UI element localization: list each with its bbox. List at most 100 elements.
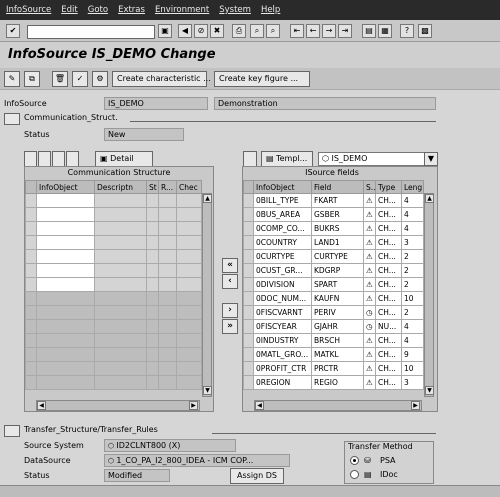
table-row[interactable]: 0BUS_AREA GSBER ⚠ CH... 4 [243, 207, 424, 222]
display-change-icon[interactable]: ✎ [4, 71, 20, 87]
cell-infoobject: 0PROFIT_CTR [253, 361, 312, 376]
scroll-right-icon[interactable]: ▶ [411, 401, 420, 410]
menu-help[interactable]: Help [261, 5, 280, 15]
other-object-icon[interactable]: ⧉ [24, 71, 40, 87]
table-row[interactable] [25, 207, 202, 222]
command-field[interactable] [27, 25, 155, 39]
scroll-right-icon[interactable]: ▶ [189, 401, 198, 410]
layout-icon[interactable]: ▩ [418, 24, 432, 38]
row-selector-header [25, 180, 37, 194]
transfer-toggle-icon[interactable] [4, 425, 20, 437]
chevron-down-icon[interactable]: ▼ [424, 152, 438, 166]
table-row[interactable]: 0FISCVARNT PERIV ◷ CH... 2 [243, 305, 424, 320]
menu-infosource[interactable]: InfoSource [6, 5, 51, 15]
isource-toolbar-icon[interactable] [243, 151, 257, 167]
table-row [25, 375, 202, 390]
table-row[interactable]: 0DOC_NUM... KAUFN ⚠ CH... 10 [243, 291, 424, 306]
table-row[interactable] [25, 235, 202, 250]
back-icon[interactable]: ◀ [178, 24, 192, 38]
cancel-icon[interactable]: ✖ [210, 24, 224, 38]
menu-goto[interactable]: Goto [88, 5, 108, 15]
table-row[interactable] [25, 263, 202, 278]
scroll-left-icon[interactable]: ◀ [255, 401, 264, 410]
move-all-left-button[interactable]: « [222, 258, 238, 273]
exit-icon[interactable]: ⊘ [194, 24, 208, 38]
table-row[interactable]: 0INDUSTRY BRSCH ⚠ CH... 4 [243, 333, 424, 348]
table-row[interactable]: 0REGION REGIO ⚠ CH... 3 [243, 375, 424, 390]
shortcut-icon[interactable]: ▦ [378, 24, 392, 38]
scroll-up-icon[interactable]: ▲ [203, 194, 212, 203]
transfer-section-title: Transfer_Structure/Transfer_Rules [24, 425, 158, 434]
scroll-down-icon[interactable]: ▼ [203, 386, 212, 395]
table-row[interactable] [25, 277, 202, 292]
table-row[interactable]: 0PROFIT_CTR PRCTR ⚠ CH... 10 [243, 361, 424, 376]
table-row[interactable]: 0BILL_TYPE FKART ⚠ CH... 4 [243, 193, 424, 208]
table-row[interactable] [25, 193, 202, 208]
print-icon[interactable]: ⎙ [232, 24, 246, 38]
idoc-icon: ▤ [364, 470, 372, 479]
scroll-up-icon[interactable]: ▲ [425, 194, 434, 203]
menu-system[interactable]: System [219, 5, 251, 15]
menu-environment[interactable]: Environment [155, 5, 209, 15]
save-icon[interactable]: ▣ [158, 24, 172, 38]
find-next-icon[interactable]: ⌕ [266, 24, 280, 38]
scroll-down-icon[interactable]: ▼ [425, 386, 434, 395]
filter-icon[interactable] [66, 151, 79, 167]
find-icon[interactable]: ⌕ [250, 24, 264, 38]
detail-button[interactable]: ▣ Detail [95, 151, 153, 167]
psa-radio[interactable] [350, 456, 359, 465]
assign-ds-button[interactable]: Assign DS [230, 468, 284, 484]
template-button[interactable]: ▤ Templ... [261, 151, 313, 167]
cell-field: REGIO [311, 375, 364, 390]
activate-icon[interactable]: ⚙ [92, 71, 108, 87]
menu-extras[interactable]: Extras [118, 5, 145, 15]
first-page-icon[interactable]: ⇤ [290, 24, 304, 38]
info-icon[interactable] [52, 151, 65, 167]
move-right-button[interactable]: › [222, 303, 238, 318]
characteristic-icon: ⚠ [363, 291, 376, 306]
table-row[interactable]: 0COMP_CO... BUKRS ⚠ CH... 4 [243, 221, 424, 236]
comm-horizontal-scrollbar[interactable] [36, 400, 200, 411]
previous-page-icon[interactable]: ← [306, 24, 320, 38]
detail-button-label: Detail [110, 154, 134, 163]
move-left-button[interactable]: ‹ [222, 274, 238, 289]
delete-row-icon[interactable] [38, 151, 51, 167]
col-st: St [146, 180, 159, 194]
check-icon[interactable]: ✓ [72, 71, 88, 87]
comm-struct-toggle-icon[interactable] [4, 113, 20, 125]
table-row[interactable]: 0CURTYPE CURTYPE ⚠ CH... 2 [243, 249, 424, 264]
isource-dropdown[interactable]: ⬡ IS_DEMO [318, 152, 438, 166]
last-page-icon[interactable]: ⇥ [338, 24, 352, 38]
idoc-radio[interactable] [350, 470, 359, 479]
table-row[interactable]: 0MATL_GRO... MATKL ⚠ CH... 9 [243, 347, 424, 362]
comm-vertical-scrollbar[interactable] [202, 193, 212, 397]
create-characteristic-button[interactable]: Create characteristic ... [112, 71, 211, 87]
comm-status-field: New [104, 128, 184, 141]
isource-horizontal-scrollbar[interactable] [254, 400, 422, 411]
new-session-icon[interactable]: ▤ [362, 24, 376, 38]
datasource-label: DataSource [24, 456, 71, 465]
table-row[interactable]: 0COUNTRY LAND1 ⚠ CH... 3 [243, 235, 424, 250]
table-row[interactable]: 0CUST_GR... KDGRP ⚠ CH... 2 [243, 263, 424, 278]
cell-infoobject: 0FISCVARNT [253, 305, 312, 320]
table-row[interactable]: 0FISCYEAR GJAHR ◷ NU... 4 [243, 319, 424, 334]
create-keyfigure-button[interactable]: Create key figure ... [214, 71, 310, 87]
delete-icon[interactable]: 🗑 [52, 71, 68, 87]
cell-infoobject: 0BUS_AREA [253, 207, 312, 222]
move-all-right-button[interactable]: » [222, 319, 238, 334]
table-row[interactable]: 0DIVISION SPART ⚠ CH... 2 [243, 277, 424, 292]
cell-type: CH... [375, 375, 402, 390]
time-icon: ◷ [363, 319, 376, 334]
help-icon[interactable]: ? [400, 24, 414, 38]
isource-vertical-scrollbar[interactable] [424, 193, 434, 397]
table-row[interactable] [25, 221, 202, 236]
col-infoobject: InfoObject [253, 180, 312, 194]
next-page-icon[interactable]: → [322, 24, 336, 38]
insert-row-icon[interactable] [24, 151, 37, 167]
scroll-left-icon[interactable]: ◀ [37, 401, 46, 410]
table-row [25, 305, 202, 320]
table-row[interactable] [25, 249, 202, 264]
cell-infoobject: 0BILL_TYPE [253, 193, 312, 208]
menu-edit[interactable]: Edit [61, 5, 77, 15]
enter-icon[interactable]: ✔ [6, 24, 20, 38]
